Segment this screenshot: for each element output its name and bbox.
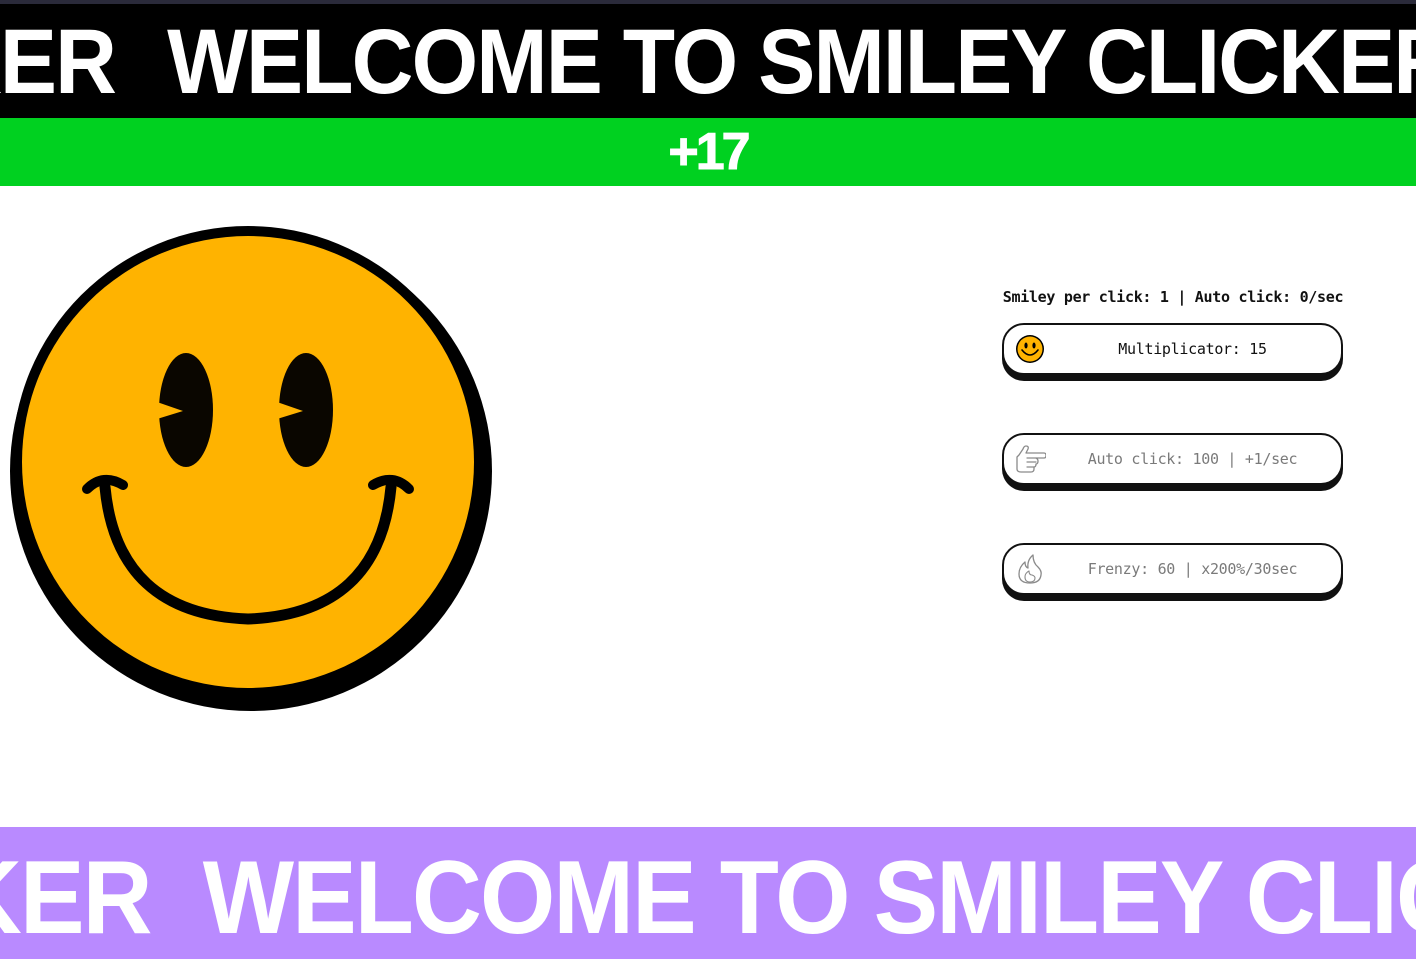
banner-fragment: KER <box>0 840 152 956</box>
big-smiley-icon <box>10 226 492 711</box>
flame-icon <box>1018 554 1042 584</box>
pointing-hand-icon <box>1016 445 1046 473</box>
multiplicator-upgrade-button[interactable]: Multiplicator: 15 <box>1002 323 1343 375</box>
bottom-banner-text: KERWELCOME TO SMILEY CLICKERW <box>0 839 1416 958</box>
multiplicator-upgrade-label: Multiplicator: 15 <box>1118 340 1267 358</box>
auto-click-upgrade-button[interactable]: Auto click: 100 | +1/sec <box>1002 433 1343 485</box>
stats-text: Smiley per click: 1 | Auto click: 0/sec <box>1002 288 1344 306</box>
frenzy-upgrade-button[interactable]: Frenzy: 60 | x200%/30sec <box>1002 543 1343 595</box>
banner-title: WELCOME TO SMILEY CLICKER <box>167 11 1416 113</box>
smiley-icon <box>1016 335 1044 363</box>
top-welcome-banner: KERWELCOME TO SMILEY CLICKERWE <box>0 4 1416 118</box>
top-banner-text: KERWELCOME TO SMILEY CLICKERWE <box>0 10 1416 115</box>
score-counter: +17 <box>668 123 751 182</box>
frenzy-upgrade-label: Frenzy: 60 | x200%/30sec <box>1087 560 1298 578</box>
bottom-welcome-banner: KERWELCOME TO SMILEY CLICKERW <box>0 827 1416 959</box>
smiley-click-button[interactable] <box>7 219 493 713</box>
score-bar: +17 <box>0 118 1416 186</box>
auto-click-upgrade-label: Auto click: 100 | +1/sec <box>1087 450 1298 468</box>
banner-fragment: KER <box>0 11 117 113</box>
banner-title: WELCOME TO SMILEY CLICKER <box>202 840 1416 956</box>
